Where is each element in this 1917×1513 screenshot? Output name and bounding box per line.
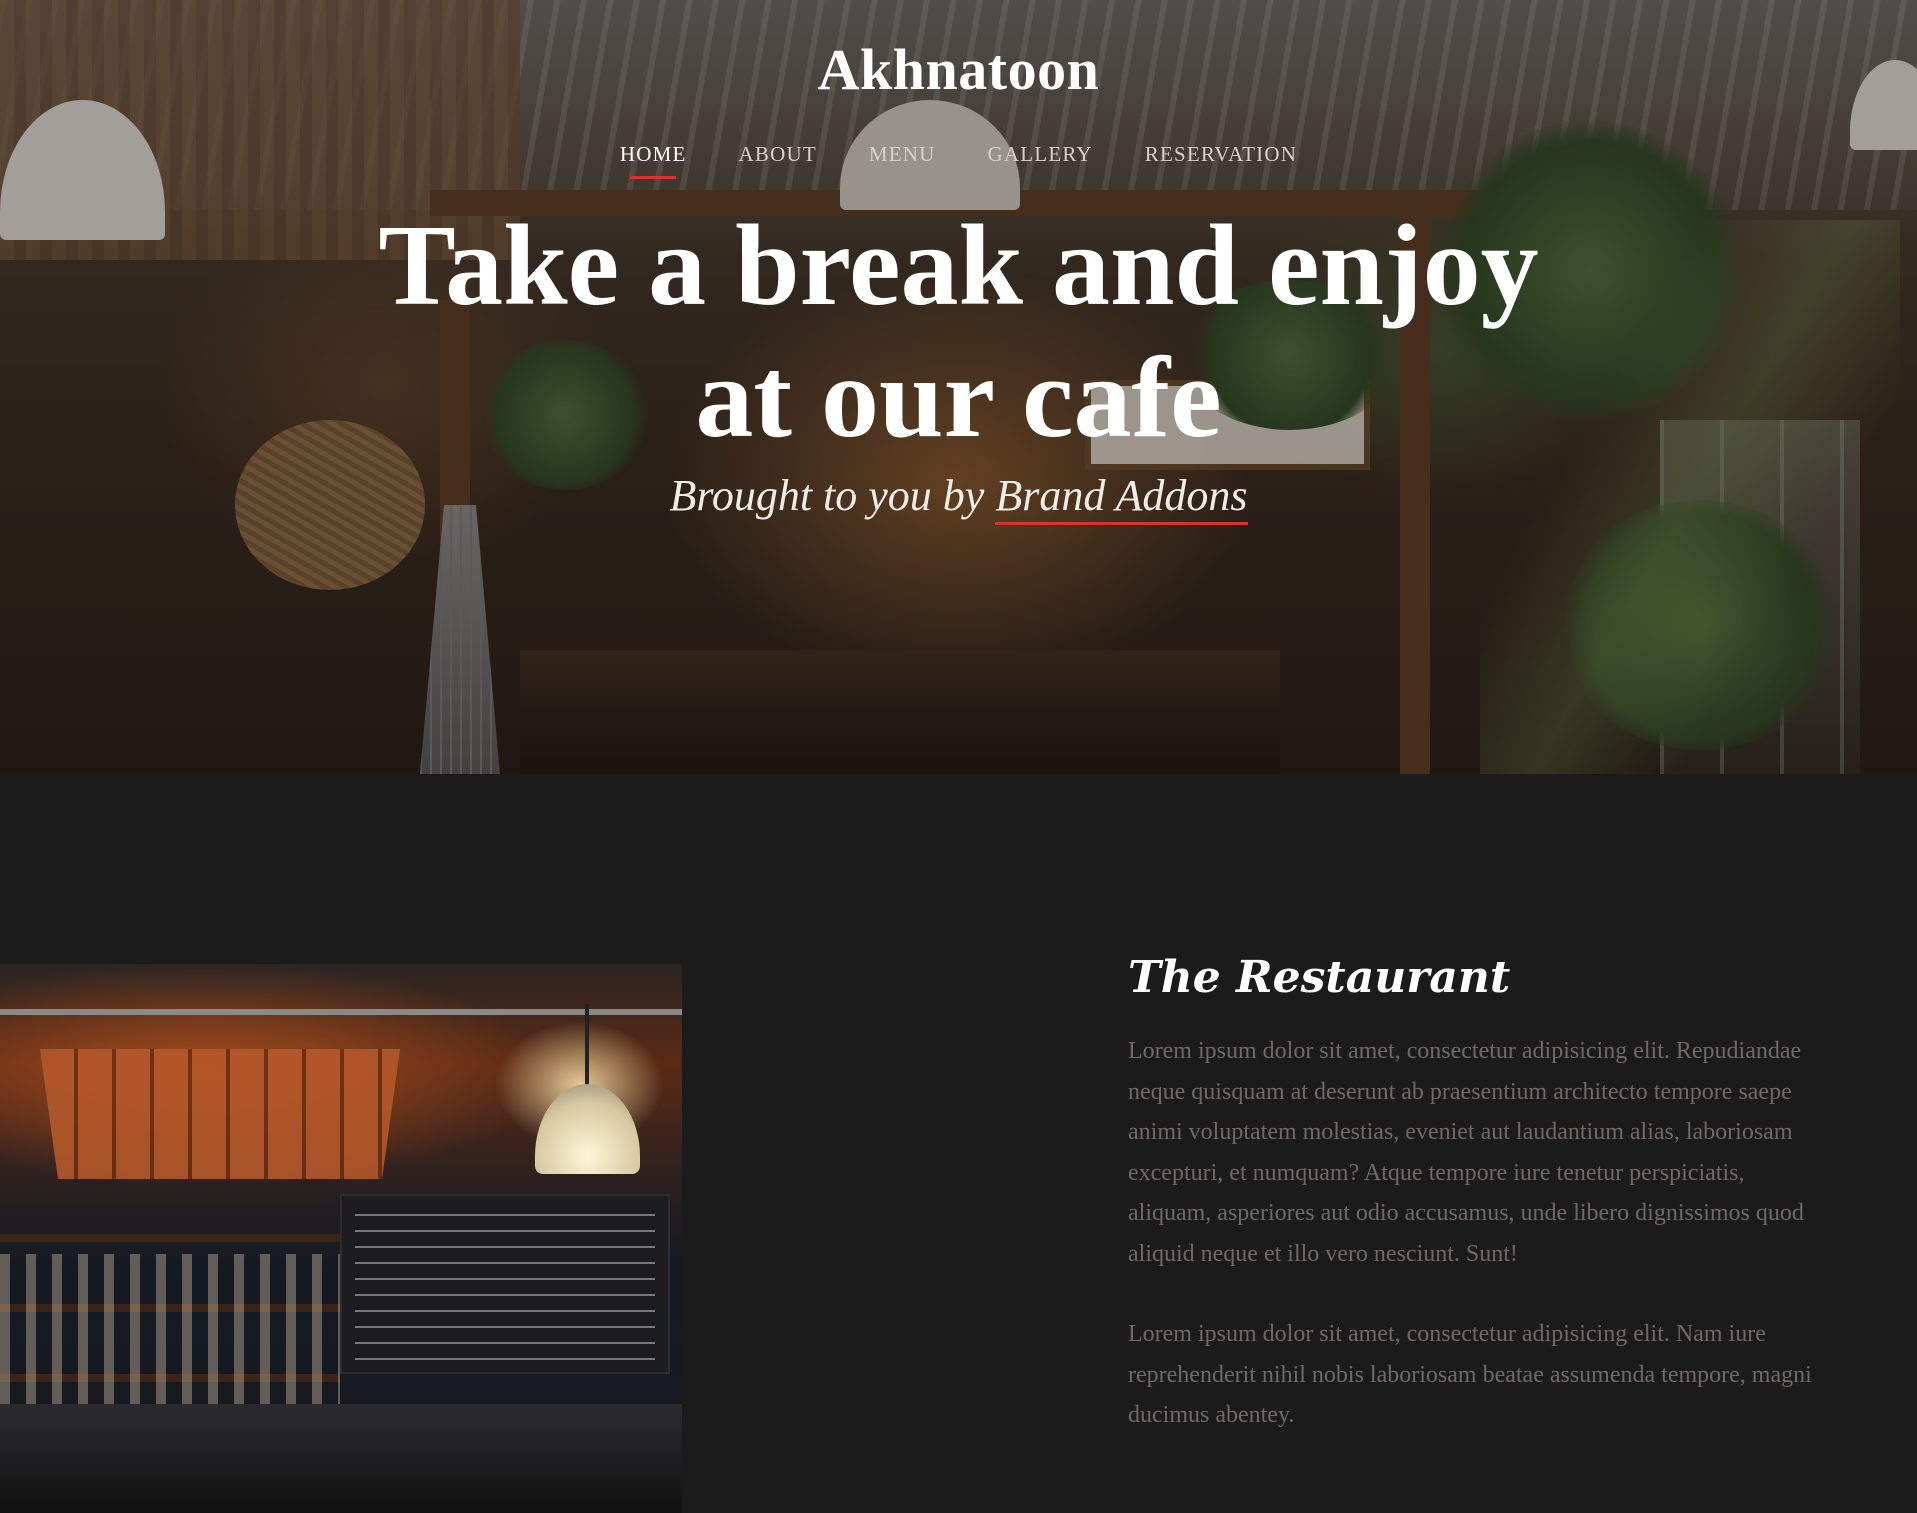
hero-subtitle-prefix: Brought to you by [669,471,985,520]
hero-subtitle: Brought to you by Brand Addons [0,470,1917,525]
nav-gallery[interactable]: GALLERY [988,142,1093,173]
restaurant-text: The Restaurant Lorem ipsum dolor sit ame… [1128,952,1828,1476]
bar-photo-chalk-writing [355,1214,655,1364]
nav-home[interactable]: HOME [620,142,687,173]
hero-photo-patio-heater [420,505,500,774]
hero-title-line1: Take a break and enjoy [378,202,1539,330]
site-logo[interactable]: Akhnatoon [0,36,1917,103]
bar-photo-counter [0,1404,682,1513]
bar-photo-pipe [0,1009,682,1015]
nav-menu[interactable]: MENU [869,142,936,173]
restaurant-paragraph-2: Lorem ipsum dolor sit amet, consectetur … [1128,1321,1812,1428]
main-nav: HOME ABOUT MENU GALLERY RESERVATION [0,142,1917,173]
hero-photo-roof [0,0,1917,210]
restaurant-title: The Restaurant [1128,952,1511,1003]
hero-photo-counter [520,650,1280,774]
bar-photo-pendant-lamp [535,1084,640,1174]
hero-photo-plant [1560,500,1840,750]
nav-about[interactable]: ABOUT [739,142,817,173]
brand-addons-link[interactable]: Brand Addons [995,471,1248,525]
hero-title-line2: at our cafe [695,334,1222,462]
hero-title: Take a break and enjoy at our cafe [0,200,1917,464]
bar-photo [0,964,682,1513]
restaurant-paragraph-1: Lorem ipsum dolor sit amet, consectetur … [1128,1038,1804,1267]
bar-photo-ceiling [40,1049,400,1179]
bar-photo-lamp-cord [585,1004,589,1089]
hero-section: Akhnatoon HOME ABOUT MENU GALLERY RESERV… [0,0,1917,774]
nav-reservation[interactable]: RESERVATION [1145,142,1297,173]
